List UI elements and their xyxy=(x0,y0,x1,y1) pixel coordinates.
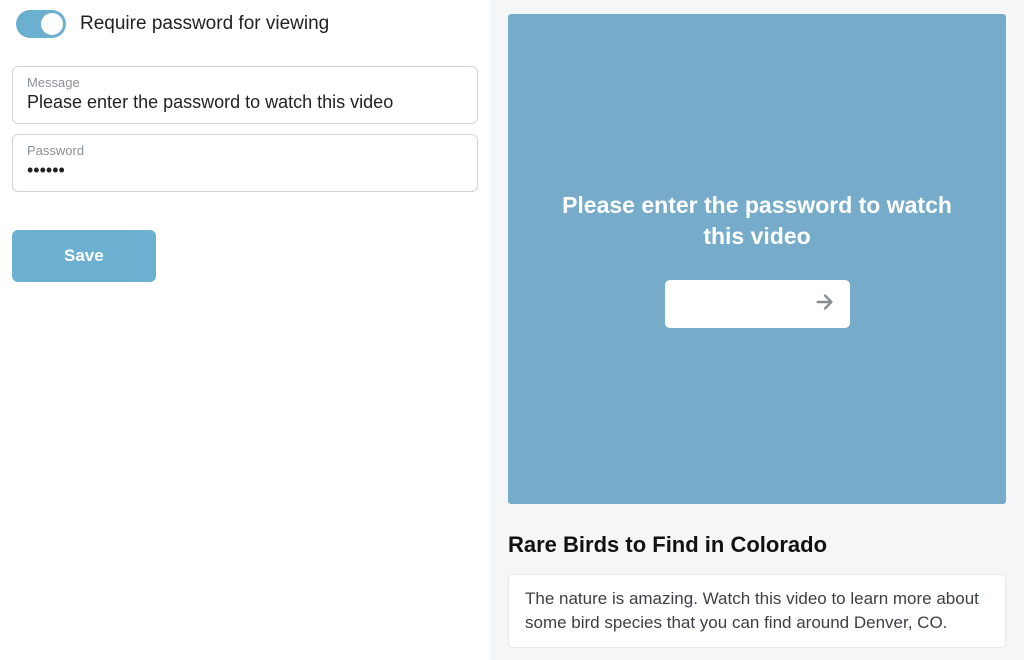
message-input[interactable] xyxy=(27,92,463,113)
require-password-row: Require password for viewing xyxy=(12,10,478,38)
require-password-label: Require password for viewing xyxy=(80,13,329,35)
message-label: Message xyxy=(27,75,463,90)
preview-message: Please enter the password to watch this … xyxy=(548,190,966,252)
video-title: Rare Birds to Find in Colorado xyxy=(508,532,1006,558)
toggle-knob xyxy=(41,13,63,35)
password-label: Password xyxy=(27,143,463,158)
video-password-preview: Please enter the password to watch this … xyxy=(508,14,1006,504)
password-input-group[interactable]: Password xyxy=(12,134,478,192)
save-button[interactable]: Save xyxy=(12,230,156,282)
message-input-group[interactable]: Message xyxy=(12,66,478,124)
password-input[interactable] xyxy=(27,160,463,181)
video-description: The nature is amazing. Watch this video … xyxy=(508,574,1006,648)
preview-panel: Please enter the password to watch this … xyxy=(490,0,1024,660)
arrow-right-icon[interactable] xyxy=(814,291,836,318)
settings-panel: Require password for viewing Message Pas… xyxy=(0,0,490,660)
require-password-toggle[interactable] xyxy=(16,10,66,38)
preview-password-input[interactable] xyxy=(665,280,850,328)
